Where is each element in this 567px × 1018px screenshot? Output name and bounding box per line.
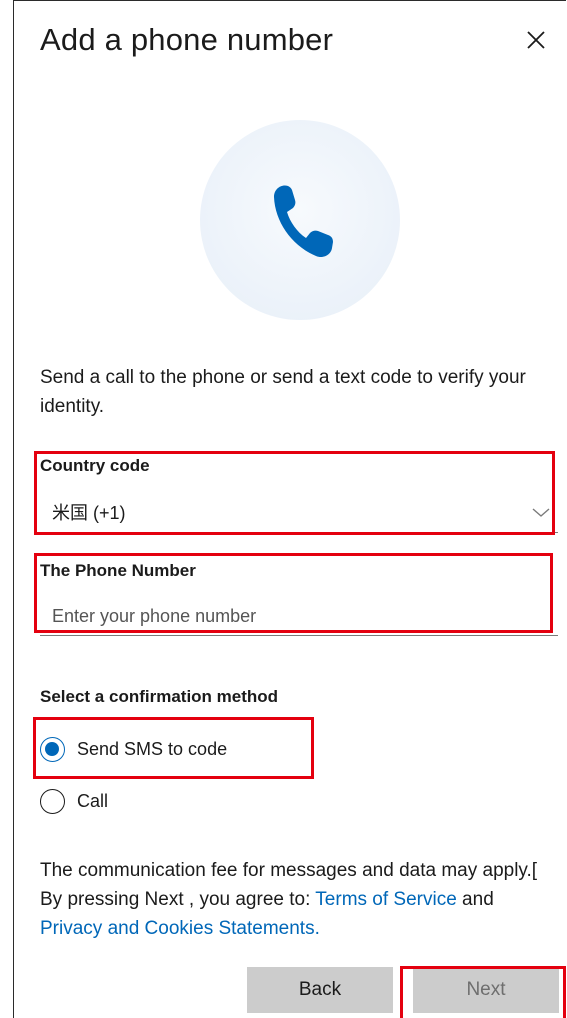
phone-illustration — [200, 120, 400, 320]
dialog-description: Send a call to the phone or send a text … — [40, 367, 526, 417]
fee-disclaimer: The communication fee for messages and d… — [40, 856, 560, 943]
highlight-box-phone — [34, 553, 553, 633]
terms-of-service-link[interactable]: Terms of Service — [315, 889, 456, 910]
disclaimer-and: and — [456, 889, 494, 910]
highlight-box-sms — [33, 717, 314, 779]
back-button[interactable]: Back — [247, 967, 393, 1013]
close-icon — [527, 31, 545, 49]
dialog-title: Add a phone number — [40, 22, 334, 57]
privacy-statement-link[interactable]: Privacy and Cookies Statements. — [40, 918, 320, 939]
phone-icon — [274, 185, 333, 258]
highlight-box-next — [400, 966, 566, 1018]
radio-label-call: Call — [77, 790, 109, 811]
radio-button-call[interactable] — [40, 788, 65, 814]
radio-option-call[interactable]: Call — [40, 786, 108, 816]
close-button[interactable] — [522, 26, 550, 54]
confirmation-method-label: Select a confirmation method — [40, 687, 279, 706]
highlight-box-country — [34, 451, 555, 535]
